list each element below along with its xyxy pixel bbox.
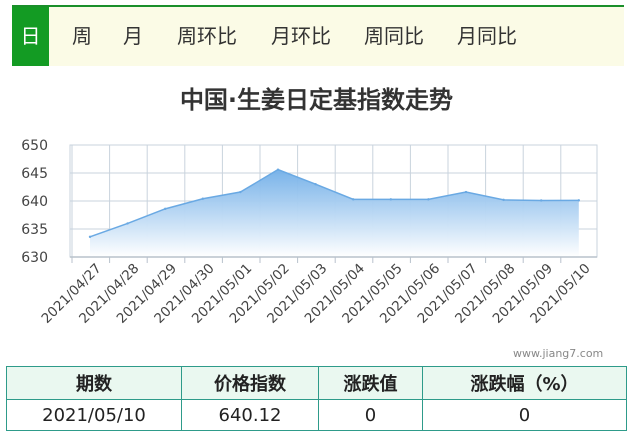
watermark: www.jiang7.com — [513, 347, 604, 360]
data-point — [352, 198, 355, 201]
data-point — [276, 168, 280, 171]
area-fill — [90, 169, 579, 257]
data-point — [164, 207, 167, 211]
data-point — [88, 235, 92, 239]
data-point — [239, 190, 242, 194]
y-tick-label: 635 — [21, 222, 48, 238]
data-point — [464, 190, 468, 194]
chart-canvas: 6506456406356302021/04/272021/04/282021/… — [21, 138, 598, 327]
data-point — [427, 198, 430, 201]
data-point — [389, 198, 392, 201]
table-row: 2021/05/10 640.12 0 0 — [6, 399, 627, 431]
y-tick-label: 645 — [21, 166, 48, 182]
summary-header-row: 期数 价格指数 涨跌值 涨跌幅（%） — [6, 366, 627, 400]
cell-change-value: 0 — [318, 399, 423, 431]
cell-price-index: 640.12 — [181, 399, 319, 431]
data-point — [540, 199, 543, 202]
data-point — [201, 197, 204, 200]
summary-table: 期数 价格指数 涨跌值 涨跌幅（%） 2021/05/10 640.12 0 0 — [6, 366, 627, 431]
data-point — [126, 222, 129, 225]
y-tick-label: 630 — [21, 250, 48, 266]
cell-period: 2021/05/10 — [6, 399, 182, 431]
header-period: 期数 — [6, 366, 182, 400]
data-point — [577, 199, 580, 202]
data-point — [502, 198, 505, 202]
y-tick-label: 640 — [21, 194, 48, 210]
header-change-percent: 涨跌幅（%） — [422, 366, 627, 400]
header-change-value: 涨跌值 — [318, 366, 423, 400]
y-tick-label: 650 — [21, 138, 48, 154]
data-point — [314, 183, 317, 186]
header-price-index: 价格指数 — [181, 366, 319, 400]
cell-change-percent: 0 — [422, 399, 627, 431]
